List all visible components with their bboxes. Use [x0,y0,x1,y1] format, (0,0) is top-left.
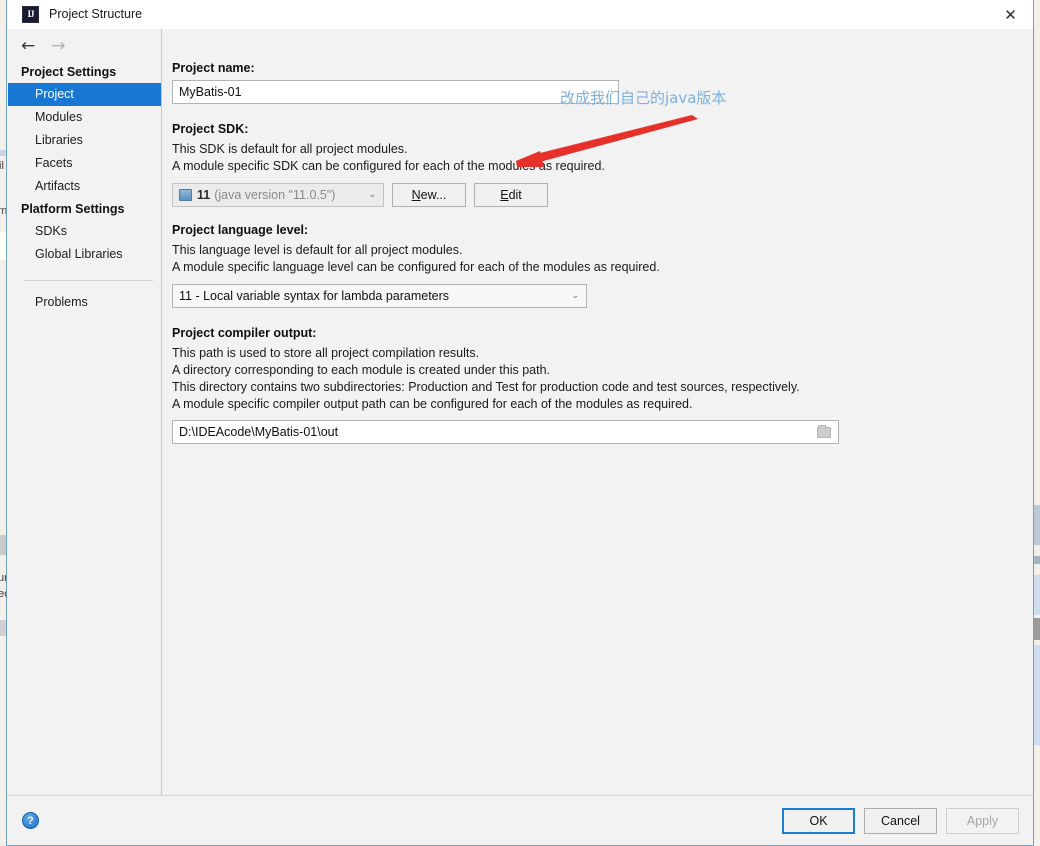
cancel-button[interactable]: Cancel [864,807,937,834]
jdk-icon [179,189,192,201]
compiler-output-section: Project compiler output: This path is us… [172,326,1033,444]
bg-artifact [1034,575,1040,615]
bg-artifact [1034,618,1040,640]
chevron-down-icon: ⌄ [368,190,376,200]
sidebar-item-sdks[interactable]: SDKs [7,220,161,243]
sidebar-group-platform-settings: Platform Settings [21,202,125,216]
edit-sdk-button-mnemonic: E [500,188,509,202]
language-level-label: Project language level: [172,223,309,237]
project-sdk-section: Project SDK: This SDK is default for all… [172,122,1033,207]
browse-folder-button[interactable] [813,422,835,442]
language-level-desc-1: This language level is default for all p… [172,243,463,257]
compiler-output-desc-1: This path is used to store all project c… [172,346,480,360]
chevron-down-icon: ⌄ [571,291,579,301]
close-icon[interactable]: ✕ [988,0,1033,29]
sidebar-item-global-libraries[interactable]: Global Libraries [7,243,161,266]
sidebar-item-artifacts[interactable]: Artifacts [7,175,161,198]
edit-sdk-button[interactable]: Edit [474,183,548,207]
dialog-titlebar: IJ Project Structure ✕ [7,0,1033,29]
language-level-section: Project language level: This language le… [172,223,1033,308]
compiler-output-desc-3: This directory contains two subdirectori… [172,380,800,394]
compiler-output-path-input[interactable]: D:\IDEAcode\MyBatis-01\out [172,420,839,444]
project-sdk-label: Project SDK: [172,122,249,136]
new-sdk-button-mnemonic: N [411,188,421,202]
bg-artifact [1034,645,1040,745]
sidebar-item-libraries[interactable]: Libraries [7,129,161,152]
bg-artifact [1034,556,1040,564]
dialog-body: ← → Project Settings Project Modules Lib… [7,29,1033,795]
settings-content-pane: Project name: MyBatis-01 Project SDK: Th… [162,29,1033,795]
forward-arrow-icon[interactable]: → [51,37,65,55]
project-sdk-desc-2: A module specific SDK can be configured … [172,159,605,173]
new-sdk-button[interactable]: New... [392,183,466,207]
compiler-output-desc-2: A directory corresponding to each module… [172,363,550,377]
project-sdk-dropdown[interactable]: 11 (java version "11.0.5") ⌄ [172,183,384,207]
bg-text-fragment: il [0,160,4,172]
dialog-footer: ? OK Cancel Apply [7,795,1033,845]
project-sdk-version: 11 [197,188,211,202]
edit-sdk-button-label: dit [508,188,522,202]
project-sdk-controls: 11 (java version "11.0.5") ⌄ New... Edit [172,183,1033,207]
project-sdk-version-detail: (java version "11.0.5") [214,188,336,202]
compiler-output-desc-4: A module specific compiler output path c… [172,397,693,411]
language-level-dropdown[interactable]: 11 - Local variable syntax for lambda pa… [172,284,587,308]
bg-artifact [1034,505,1040,545]
project-structure-dialog: IJ Project Structure ✕ ← → Project Setti… [6,0,1034,846]
dialog-title: Project Structure [49,7,143,21]
help-icon[interactable]: ? [22,812,39,829]
settings-sidebar: ← → Project Settings Project Modules Lib… [7,29,162,795]
sidebar-item-problems[interactable]: Problems [7,291,161,314]
new-sdk-button-label: ew... [420,188,447,202]
folder-icon [817,424,831,438]
sidebar-item-modules[interactable]: Modules [7,106,161,129]
sidebar-item-facets[interactable]: Facets [7,152,161,175]
sidebar-divider [24,280,153,281]
sidebar-group-project-settings: Project Settings [21,65,117,79]
language-level-desc-2: A module specific language level can be … [172,260,660,274]
project-name-section: Project name: MyBatis-01 [172,61,1033,104]
project-sdk-desc-1: This SDK is default for all project modu… [172,142,408,156]
navigation-bar: ← → [7,31,161,61]
dialog-action-buttons: OK Cancel Apply [782,807,1019,834]
compiler-output-label: Project compiler output: [172,326,317,340]
project-name-label: Project name: [172,61,255,75]
language-level-selected: 11 - Local variable syntax for lambda pa… [179,289,450,303]
back-arrow-icon[interactable]: ← [21,37,35,55]
intellij-idea-icon: IJ [22,5,39,23]
apply-button[interactable]: Apply [946,807,1019,834]
sidebar-item-project[interactable]: Project [8,83,161,106]
project-name-input[interactable]: MyBatis-01 [172,80,619,104]
ok-button[interactable]: OK [782,807,855,834]
compiler-output-path-value: D:\IDEAcode\MyBatis-01\out [179,425,339,439]
